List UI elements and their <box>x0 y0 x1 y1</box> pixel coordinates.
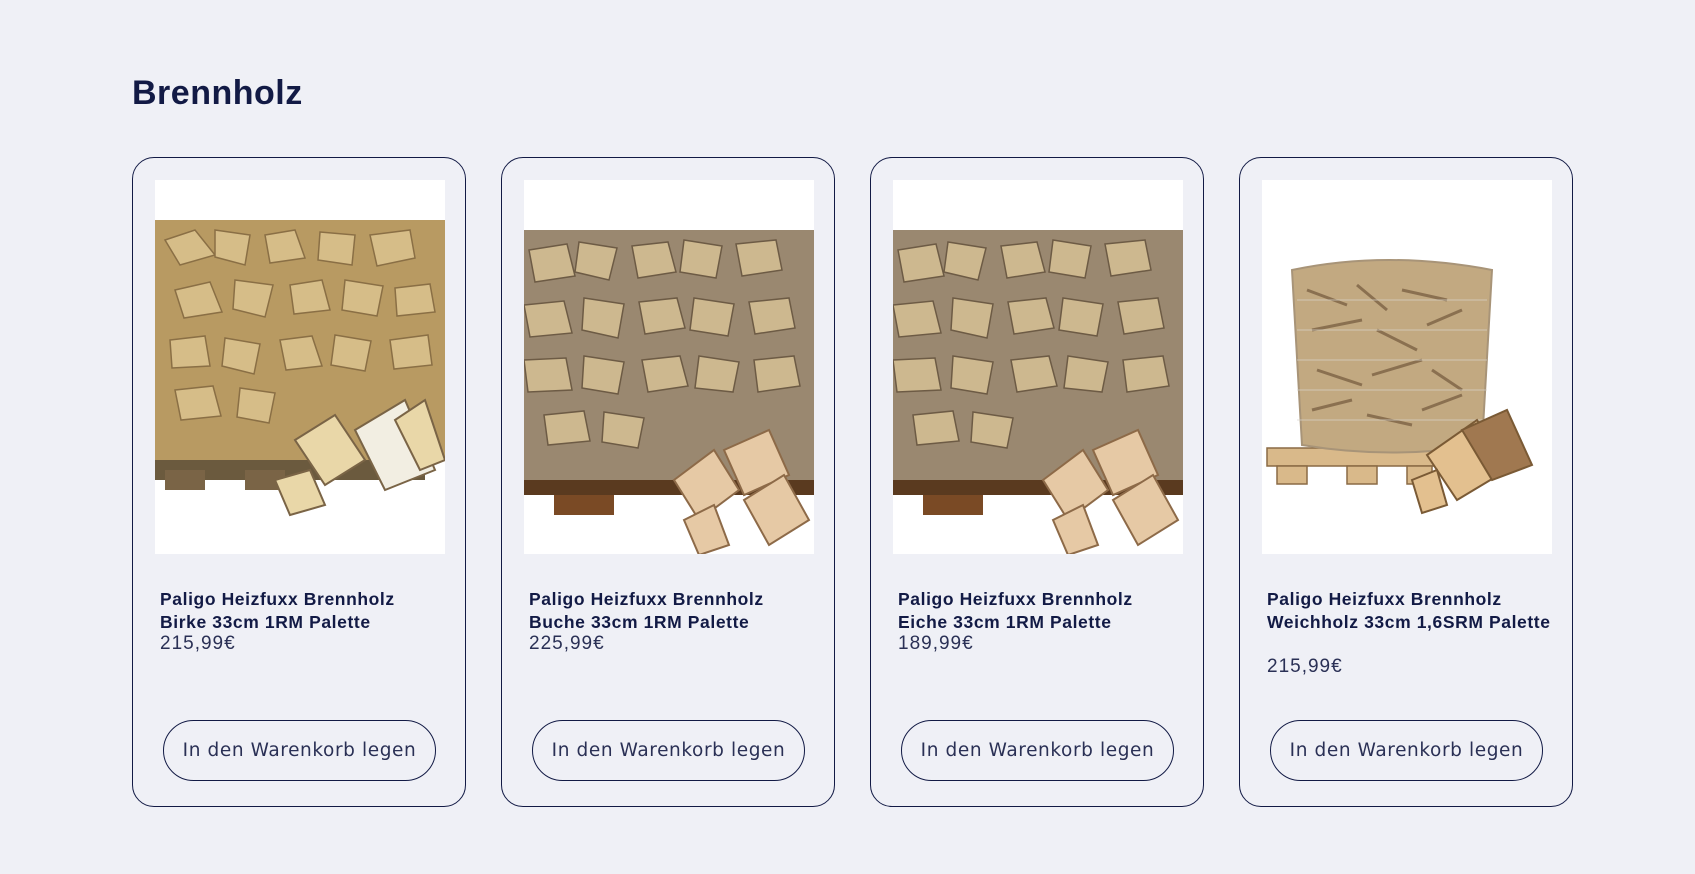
product-card: Paligo Heizfuxx Brennholz Buche 33cm 1RM… <box>501 157 835 807</box>
product-image-oak[interactable] <box>893 180 1183 554</box>
product-card: Paligo Heizfuxx Brennholz Eiche 33cm 1RM… <box>870 157 1204 807</box>
product-title[interactable]: Paligo Heizfuxx Brennholz Birke 33cm 1RM… <box>160 588 445 634</box>
firewood-pallet-icon <box>893 230 1183 554</box>
firewood-pallet-icon <box>524 230 814 554</box>
product-card: Paligo Heizfuxx Brennholz Weichholz 33cm… <box>1239 157 1573 807</box>
product-title[interactable]: Paligo Heizfuxx Brennholz Eiche 33cm 1RM… <box>898 588 1183 634</box>
product-price: 225,99€ <box>529 633 605 654</box>
product-grid: Paligo Heizfuxx Brennholz Birke 33cm 1RM… <box>132 157 1573 807</box>
product-price: 215,99€ <box>160 633 236 654</box>
add-to-cart-button[interactable]: In den Warenkorb legen <box>901 720 1174 781</box>
product-title[interactable]: Paligo Heizfuxx Brennholz Buche 33cm 1RM… <box>529 588 814 634</box>
product-image-beech[interactable] <box>524 180 814 554</box>
product-price: 189,99€ <box>898 633 974 654</box>
product-card: Paligo Heizfuxx Brennholz Birke 33cm 1RM… <box>132 157 466 807</box>
product-title[interactable]: Paligo Heizfuxx Brennholz Weichholz 33cm… <box>1267 588 1552 634</box>
add-to-cart-button[interactable]: In den Warenkorb legen <box>1270 720 1543 781</box>
firewood-pallet-icon <box>155 220 445 517</box>
add-to-cart-button[interactable]: In den Warenkorb legen <box>163 720 436 781</box>
section-title: Brennholz <box>132 74 303 112</box>
add-to-cart-button[interactable]: In den Warenkorb legen <box>532 720 805 781</box>
product-image-birch[interactable] <box>155 180 445 554</box>
product-image-softwood[interactable] <box>1262 180 1552 554</box>
product-price: 215,99€ <box>1267 656 1343 677</box>
firewood-bag-icon <box>1266 259 1534 515</box>
